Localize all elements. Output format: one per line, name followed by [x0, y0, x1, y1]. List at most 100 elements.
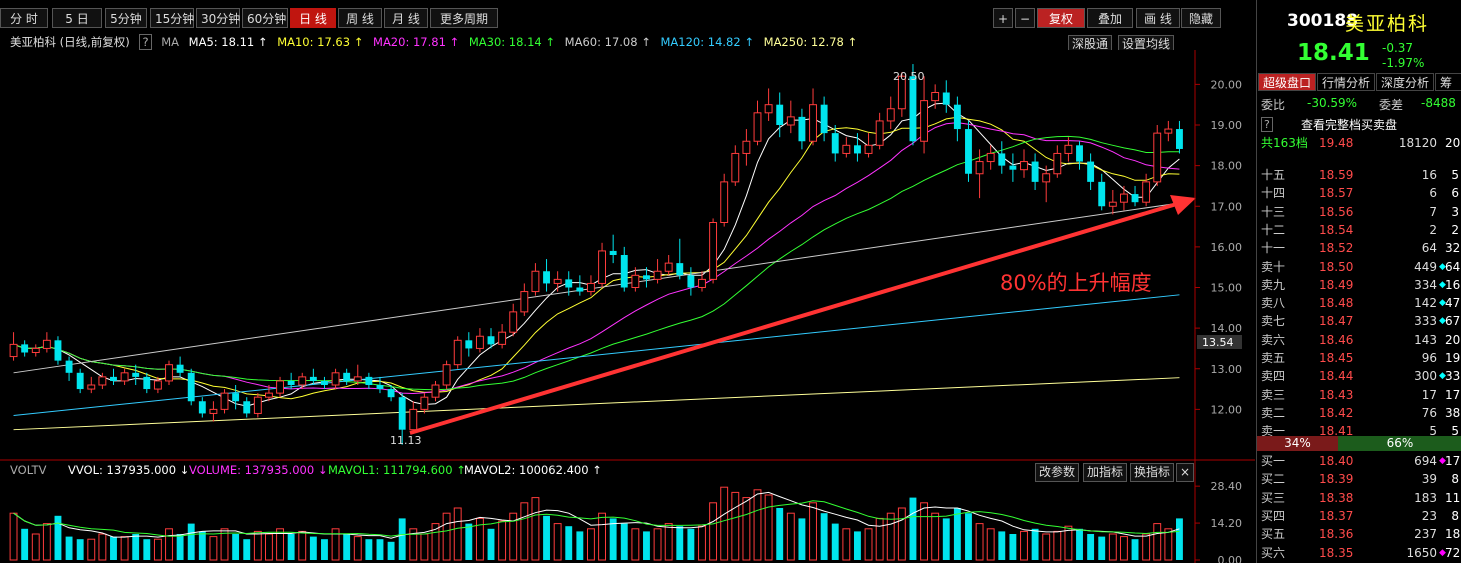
book-total-chg: 20: [1445, 136, 1461, 150]
buy-row[interactable]: 买三 18.38 183 11: [1257, 489, 1461, 507]
tab-depth-analysis[interactable]: 深度分析: [1376, 73, 1434, 91]
volume-bar: [1087, 534, 1095, 560]
candle-body: [442, 364, 451, 386]
tab-market-analysis[interactable]: 行情分析: [1317, 73, 1375, 91]
sell-row[interactable]: 十三 18.56 7 3: [1257, 203, 1461, 221]
candle-body: [820, 104, 828, 134]
mavol1-value: MAVOL1: 111794.600 ↑: [328, 463, 466, 477]
buy-row[interactable]: 买四 18.37 23 8: [1257, 507, 1461, 525]
sell-row[interactable]: 卖四 18.44 300 ◆ 33: [1257, 367, 1461, 385]
sell-change: 33: [1445, 369, 1461, 384]
buy-row[interactable]: 买六 18.35 1650 ◆ 72: [1257, 544, 1461, 562]
sell-row[interactable]: 卖十 18.50 449 ◆ 64: [1257, 258, 1461, 276]
candle-body: [809, 104, 817, 142]
close-indicator-button[interactable]: ×: [1176, 463, 1195, 482]
candle-body: [253, 396, 262, 414]
switch-indicator-button[interactable]: 换指标: [1130, 463, 1175, 482]
sell-row[interactable]: 卖五 18.45 96 19: [1257, 349, 1461, 367]
candle-body: [1164, 128, 1173, 134]
candle-body: [1009, 165, 1017, 170]
volume-value: VOLUME: 137935.000 ↓: [189, 463, 328, 477]
volume-bar: [687, 528, 695, 560]
volume-bar: [1164, 528, 1173, 561]
candle-body: [664, 262, 673, 272]
candle-body: [76, 372, 84, 390]
volume-bar: [1076, 528, 1083, 560]
sell-price: 18.57: [1319, 186, 1354, 201]
help-icon[interactable]: ?: [1261, 117, 1273, 132]
candle-body: [609, 250, 617, 255]
candle-body: [565, 279, 573, 288]
sell-row[interactable]: 卖二 18.42 76 38: [1257, 404, 1461, 422]
sell-volume: 17: [1421, 387, 1437, 402]
candle-body: [165, 364, 173, 382]
sell-volume: 333: [1414, 314, 1437, 329]
sell-change: 3: [1451, 204, 1459, 219]
candle-body: [243, 401, 251, 414]
candle-body: [742, 140, 751, 154]
sell-row[interactable]: 十一 18.52 64 32: [1257, 239, 1461, 257]
candle-body: [220, 392, 229, 410]
buy-change: 72: [1445, 545, 1461, 560]
volume-bar: [731, 491, 740, 561]
volume-bar: [21, 528, 29, 560]
sell-row[interactable]: 卖三 18.43 17 17: [1257, 386, 1461, 404]
diff-value: -8488: [1421, 96, 1456, 110]
sell-price: 18.48: [1319, 296, 1354, 311]
buy-price: 18.38: [1319, 490, 1354, 505]
candle-body: [698, 278, 706, 288]
volume-bar: [287, 534, 295, 560]
buy-row[interactable]: 买一 18.40 694 ◆ 17: [1257, 452, 1461, 470]
volume-bar: [809, 502, 817, 561]
add-indicator-button[interactable]: 加指标: [1083, 463, 1128, 482]
sell-row[interactable]: 十五 18.59 16 5: [1257, 166, 1461, 184]
sell-volume: 16: [1421, 168, 1437, 182]
candle-body: [1087, 161, 1095, 182]
volume-bar: [875, 517, 884, 561]
volume-bar: [598, 512, 606, 561]
candle-body: [1042, 173, 1051, 183]
volume-bar: [198, 531, 206, 560]
price-tick-label: 20.00: [1211, 78, 1243, 91]
tab-super-book[interactable]: 超级盘口: [1258, 73, 1316, 91]
volume-bar: [587, 528, 595, 561]
volume-bar: [842, 528, 851, 561]
sell-level-label: 十三: [1261, 204, 1286, 219]
volume-bar: [620, 523, 628, 560]
volume-bar: [631, 528, 640, 561]
buy-row[interactable]: 买五 18.36 237 18: [1257, 525, 1461, 543]
sell-level-label: 卖七: [1261, 314, 1286, 329]
volume-bar: [87, 538, 96, 561]
volume-bar: [1108, 533, 1117, 561]
sell-row[interactable]: 卖七 18.47 333 ◆ 67: [1257, 312, 1461, 330]
sell-row[interactable]: 十二 18.54 2 2: [1257, 221, 1461, 239]
volume-bar: [942, 518, 950, 560]
volume-bar: [1153, 523, 1162, 561]
volume-bar: [998, 531, 1006, 560]
sell-level-label: 十二: [1261, 222, 1286, 237]
candle-body: [543, 271, 550, 284]
sell-row[interactable]: 卖九18.49334◆167: [1257, 276, 1461, 294]
sell-row[interactable]: 卖八 18.48 142 ◆ 47: [1257, 294, 1461, 312]
buy-volume: 39: [1421, 472, 1437, 487]
sell-row[interactable]: 十四 18.57 6 6: [1257, 184, 1461, 202]
sell-volume: 334: [1414, 277, 1437, 292]
sell-row[interactable]: 卖六 18.46 143 20: [1257, 331, 1461, 349]
volume-bar: [187, 523, 195, 560]
candle-body: [764, 104, 773, 114]
volume-bar: [764, 494, 773, 561]
buy-row[interactable]: 买二 18.39 39 8: [1257, 470, 1461, 488]
full-book-link[interactable]: 查看完整档买卖盘: [1301, 116, 1397, 133]
candle-body: [153, 380, 162, 390]
candle-body: [54, 340, 62, 361]
quote-panel: 300 18 8 美亚柏科 18.41 -0.37 -1.97% 超级盘口 行情分析…: [1256, 0, 1461, 563]
last-price: 18.41: [1297, 40, 1370, 66]
volume-bar: [720, 486, 729, 561]
sell-volume: 143: [1414, 332, 1437, 347]
tab-chips[interactable]: 筹码: [1435, 73, 1461, 91]
volume-bar: [165, 528, 173, 561]
candle-body: [620, 255, 628, 288]
edit-params-button[interactable]: 改参数: [1035, 463, 1080, 482]
candle-body: [587, 282, 595, 293]
candle-body: [498, 331, 507, 345]
